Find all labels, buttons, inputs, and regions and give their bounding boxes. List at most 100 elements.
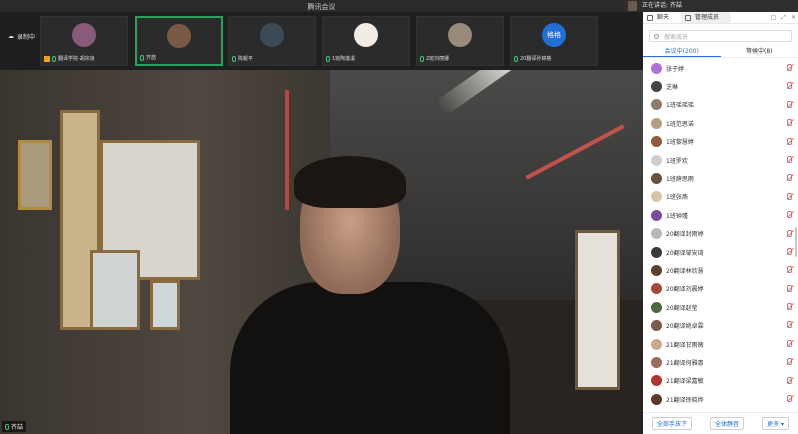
mic-muted-icon[interactable]	[787, 303, 792, 311]
member-row[interactable]: 1班薛思雨	[643, 169, 798, 187]
chat-icon	[647, 15, 653, 21]
member-row[interactable]: 21翻译徐晓烨	[643, 390, 798, 408]
speaker-hair	[294, 156, 406, 208]
member-row[interactable]: 21翻译甘雨薇	[643, 335, 798, 353]
mic-icon	[326, 55, 330, 62]
participant-label: 2班刘丽娜	[420, 55, 449, 62]
member-row[interactable]: 1班张燕	[643, 188, 798, 206]
video-tile[interactable]: 1班陶莲溪	[322, 16, 410, 66]
mic-icon	[232, 55, 236, 62]
video-tile[interactable]: 2班刘丽娜	[416, 16, 504, 66]
mic-muted-icon[interactable]	[787, 119, 792, 127]
member-row[interactable]: 1班钟瑾	[643, 206, 798, 224]
recording-label: 录制中	[17, 34, 36, 41]
close-button[interactable]: ✕	[791, 12, 796, 24]
mic-muted-icon[interactable]	[787, 64, 792, 71]
member-avatar	[651, 301, 662, 313]
member-name: 20翻译姚卓霖	[666, 323, 704, 331]
host-icon	[44, 55, 50, 62]
search-placeholder: 搜索成员	[664, 33, 689, 41]
member-avatar	[651, 246, 662, 258]
member-list: 张子婷芝琳 1班瑶瑶瑶 1班范思诺 1班黎慧婷 1班罗欢 1班薛思雨 1班张燕 1班钟瑾 20翻…	[643, 59, 798, 409]
member-list-scrollbar[interactable]	[795, 227, 797, 257]
video-tile[interactable]: 格格 20翻译孙锦格	[510, 16, 598, 66]
lower-all-hands-button[interactable]: 全部手放下	[652, 417, 693, 430]
mic-muted-icon[interactable]	[787, 247, 792, 255]
member-row[interactable]: 1班瑶瑶瑶	[643, 96, 798, 114]
member-row[interactable]: 20翻译林欣慧	[643, 261, 798, 279]
participant-name: 翻译学院-胡宗良	[58, 56, 95, 62]
member-row[interactable]: 20翻译邹安琦	[643, 243, 798, 261]
member-avatar	[651, 264, 662, 276]
more-button[interactable]: 更多 ▾	[762, 417, 789, 430]
member-row[interactable]: 20翻译封雨婷	[643, 225, 798, 243]
member-name: 20翻译林欣慧	[666, 267, 704, 275]
video-tile[interactable]: 翻译学院-胡宗良	[40, 16, 128, 66]
members-panel: 聊天 管理成员 □ ⤢ ✕ 搜索成员 会议中(200) 等候中(8) 张子婷芝琳…	[643, 12, 798, 434]
mic-muted-icon[interactable]	[787, 321, 792, 329]
speaking-indicator: 正在讲话: 齐喆	[624, 0, 798, 12]
mic-muted-icon[interactable]	[787, 155, 792, 163]
member-row[interactable]: 1班范思诺	[643, 114, 798, 132]
mute-all-button[interactable]: 全体静音	[710, 417, 745, 430]
member-row[interactable]: 20翻译刘晨婷	[643, 280, 798, 298]
search-icon	[654, 34, 659, 39]
member-avatar	[651, 209, 662, 221]
main-video-name-tag: 齐喆	[2, 421, 27, 432]
participant-label: 陈鲲平	[232, 55, 253, 62]
title-bar: 腾讯会议	[0, 0, 643, 12]
main-video[interactable]: 齐喆	[0, 70, 643, 434]
member-row[interactable]: 21翻译何雅惠	[643, 353, 798, 371]
member-status-tabs: 会议中(200) 等候中(8)	[643, 46, 798, 58]
recording-indicator[interactable]: ☁ 录制中	[8, 32, 35, 41]
member-avatar	[651, 338, 662, 350]
tab-in-meeting[interactable]: 会议中(200)	[643, 46, 721, 57]
mic-muted-icon[interactable]	[787, 284, 792, 292]
member-name: 20翻译刘晨婷	[666, 286, 704, 294]
tab-waiting[interactable]: 等候中(8)	[721, 46, 798, 57]
member-row[interactable]: 21翻译梁嘉敏	[643, 372, 798, 390]
member-row[interactable]: 20翻译赵莹	[643, 298, 798, 316]
mic-muted-icon[interactable]	[787, 358, 792, 366]
participant-name: 2班刘丽娜	[426, 56, 450, 62]
member-row[interactable]: 1班罗欢	[643, 151, 798, 169]
mic-muted-icon[interactable]	[787, 137, 792, 145]
video-tile[interactable]: 陈鲲平	[228, 16, 316, 66]
member-name: 张子婷	[666, 65, 685, 73]
member-search-input[interactable]: 搜索成员	[649, 30, 792, 42]
tab-chat[interactable]: 聊天	[643, 12, 681, 23]
mic-muted-icon[interactable]	[787, 174, 792, 182]
member-avatar	[651, 136, 662, 148]
member-name: 21翻译徐晓烨	[666, 396, 704, 404]
mic-muted-icon[interactable]	[787, 100, 792, 108]
participant-avatar: 格格	[542, 23, 566, 47]
member-row[interactable]: 20翻译姚卓霖	[643, 316, 798, 334]
mic-muted-icon[interactable]	[787, 395, 792, 403]
mic-muted-icon[interactable]	[787, 339, 792, 347]
painting-frame	[90, 250, 140, 330]
member-avatar	[651, 375, 662, 387]
member-row[interactable]: 张子婷	[643, 59, 798, 77]
painting-frame	[150, 280, 180, 330]
member-name: 20翻译封雨婷	[666, 231, 704, 239]
participant-label: 齐喆	[140, 54, 156, 61]
member-row[interactable]: 1班黎慧婷	[643, 133, 798, 151]
expand-button[interactable]: ⤢	[781, 12, 786, 24]
mic-muted-icon[interactable]	[787, 266, 792, 274]
speaker-name: 齐喆	[11, 424, 24, 431]
tab-manage-members[interactable]: 管理成员	[681, 12, 732, 23]
member-row[interactable]: 芝琳	[643, 77, 798, 95]
member-avatar	[651, 320, 662, 332]
video-strip: ☁ 录制中 翻译学院-胡宗良 齐喆 陈鲲平 1班陶莲溪 2班刘丽娜 格格 20翻…	[0, 12, 643, 70]
mic-muted-icon[interactable]	[787, 229, 792, 237]
video-tile-active[interactable]: 齐喆	[135, 16, 223, 66]
mic-muted-icon[interactable]	[787, 82, 792, 90]
popout-button[interactable]: □	[770, 12, 776, 24]
member-avatar	[651, 356, 662, 368]
mic-muted-icon[interactable]	[787, 211, 792, 219]
member-name: 1班黎慧婷	[666, 139, 694, 147]
member-name: 1班罗欢	[666, 157, 688, 165]
speaking-text: 正在讲话: 齐喆	[642, 2, 682, 9]
mic-muted-icon[interactable]	[787, 376, 792, 384]
mic-muted-icon[interactable]	[787, 192, 792, 200]
